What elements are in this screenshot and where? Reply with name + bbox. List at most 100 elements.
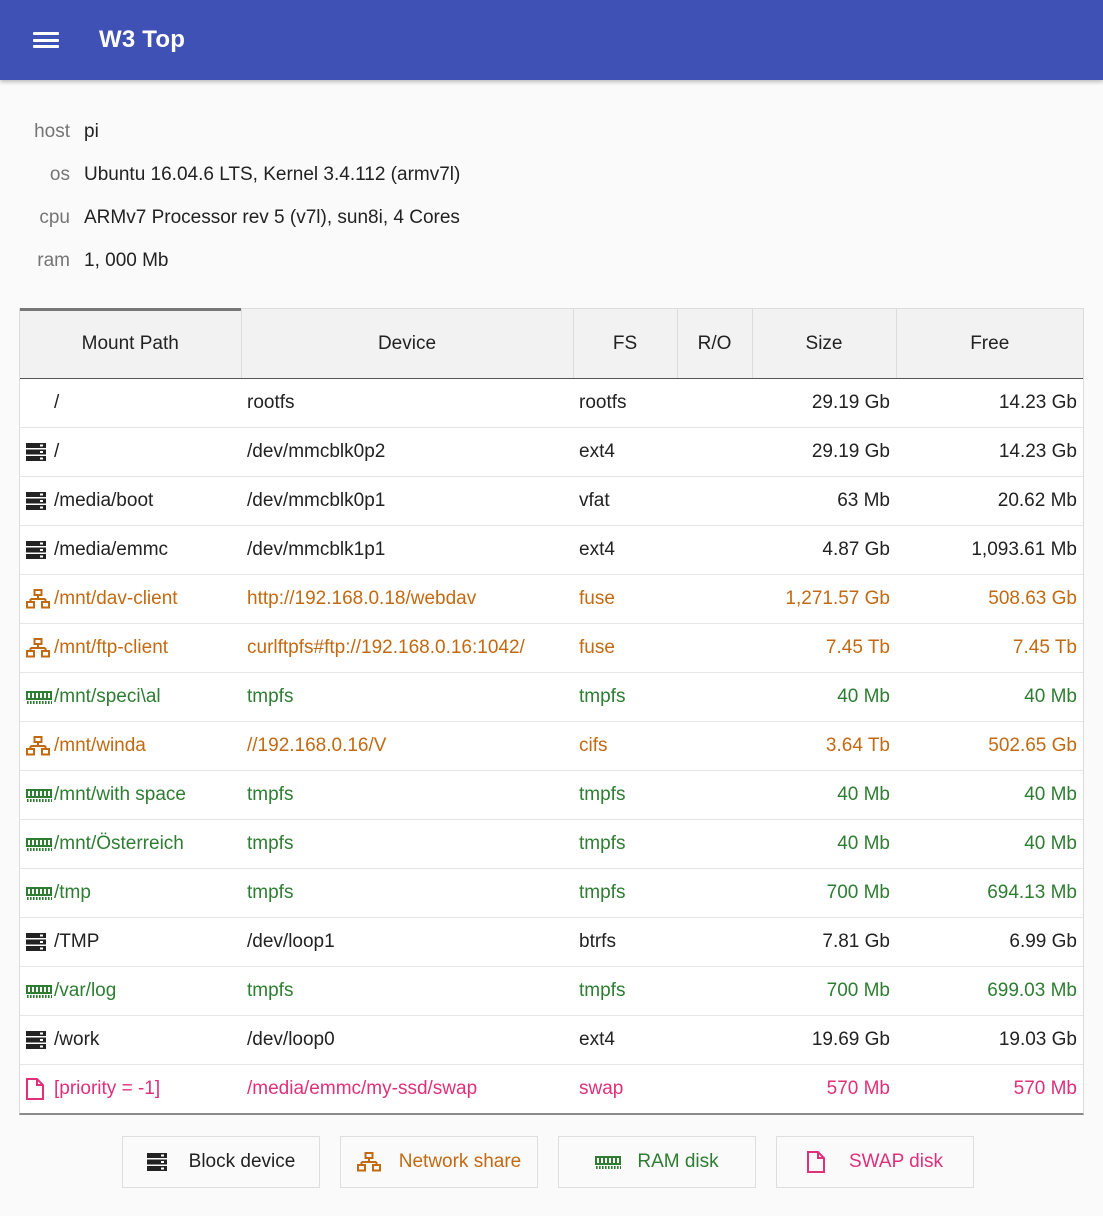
mount-path-text: /mnt/ftp-client [54, 637, 169, 658]
mount-path-cell: /mnt/dav-client [20, 574, 241, 624]
size-cell: 29.19 Gb [752, 427, 896, 477]
mount-path-cell: /mnt/winda [20, 721, 241, 771]
table-row[interactable]: /media/emmc/dev/mmcblk1p1 ext4 4.87 Gb 1,09… [20, 525, 1083, 575]
size-cell: 63 Mb [752, 476, 896, 526]
fs-cell: tmpfs [573, 966, 677, 1016]
fs-cell: tmpfs [573, 672, 677, 722]
ro-cell [677, 525, 752, 575]
column-header-ro[interactable]: R/O [677, 309, 753, 379]
mount-path-cell: /media/emmc [20, 525, 241, 575]
ro-cell [677, 819, 752, 869]
ro-cell [677, 378, 752, 428]
host-row: host pi [20, 110, 1103, 153]
free-cell: 502.65 Gb [896, 721, 1083, 771]
network-share-icon [26, 588, 54, 610]
fs-cell: ext4 [573, 1015, 677, 1065]
app-bar: W3 Top [0, 0, 1103, 80]
ro-cell [677, 427, 752, 477]
mount-path-text: /mnt/dav-client [54, 588, 178, 609]
table-row[interactable]: /var/log tmpfs tmpfs 700 Mb 699.03 Mb [20, 966, 1083, 1016]
system-info: host pi os Ubuntu 16.04.6 LTS, Kernel 3.… [20, 110, 1103, 282]
device-cell: tmpfs [241, 672, 573, 722]
ro-cell [677, 1065, 752, 1114]
table-row[interactable]: /mnt/winda //192.168.0.16/V cifs 3.64 Tb 502… [20, 721, 1083, 771]
fs-cell: tmpfs [573, 868, 677, 918]
device-cell: /dev/mmcblk0p1 [241, 476, 573, 526]
free-cell: 6.99 Gb [896, 917, 1083, 967]
table-row[interactable]: /work/dev/loop0 ext4 19.69 Gb 19.03 Gb [20, 1015, 1083, 1065]
mounts-table: Mount Path Device FS R/O Size Free / root… [19, 308, 1084, 1115]
table-row[interactable]: /mnt/ftp-client curlftpfs#ftp://192.168.0… [20, 623, 1083, 673]
mount-path-text: /mnt/speci\al [54, 686, 161, 707]
ram-value: 1, 000 Mb [84, 249, 169, 271]
column-header-fs[interactable]: FS [573, 309, 678, 379]
menu-icon[interactable] [33, 32, 59, 48]
size-cell: 7.81 Gb [752, 917, 896, 967]
free-cell: 508.63 Gb [896, 574, 1083, 624]
ram-disk-icon [595, 1151, 623, 1173]
mount-path-text: [priority = -1] [54, 1078, 161, 1100]
ro-cell [677, 623, 752, 673]
legend: Block device Network share RAM disk SWAP… [122, 1136, 974, 1188]
fs-cell: fuse [573, 574, 677, 624]
swap-disk-icon [26, 1077, 54, 1100]
block-device-icon [26, 1029, 54, 1051]
fs-cell: tmpfs [573, 770, 677, 820]
network-share-icon [26, 735, 54, 757]
table-row[interactable]: / /dev/mmcblk0p2 ext4 29.19 Gb 14.23 Gb [20, 427, 1083, 477]
table-row[interactable]: /tmp tmpfs tmpfs 700 Mb 694.13 Mb [20, 868, 1083, 918]
legend-block-device-button[interactable]: Block device [122, 1136, 320, 1188]
block-device-icon [26, 490, 54, 512]
legend-swap-disk-button[interactable]: SWAP disk [776, 1136, 974, 1188]
size-cell: 700 Mb [752, 868, 896, 918]
fs-cell: tmpfs [573, 819, 677, 869]
free-cell: 40 Mb [896, 819, 1083, 869]
mount-path-text: /media/boot [54, 490, 154, 511]
size-cell: 7.45 Tb [752, 623, 896, 673]
device-cell: tmpfs [241, 770, 573, 820]
ram-disk-icon [26, 833, 54, 855]
os-label: os [49, 163, 70, 185]
ro-cell [677, 770, 752, 820]
fs-cell: vfat [573, 476, 677, 526]
mount-path-text: / [54, 441, 60, 462]
device-cell: /dev/mmcblk1p1 [241, 525, 573, 575]
ro-cell [677, 476, 752, 526]
mount-path-cell: /mnt/Österreich [20, 819, 241, 869]
swap-disk-icon [807, 1150, 835, 1173]
mount-path-cell: /mnt/speci\al [20, 672, 241, 722]
table-row[interactable]: /mnt/speci\al tmpfs tmpfs 40 Mb 40 Mb [20, 672, 1083, 722]
ram-disk-icon [26, 686, 54, 708]
table-row[interactable]: / rootfs rootfs 29.19 Gb 14.23 Gb [20, 378, 1083, 428]
free-cell: 19.03 Gb [896, 1015, 1083, 1065]
table-row[interactable]: /media/boot/dev/mmcblk0p1 vfat 63 Mb 20.62 … [20, 476, 1083, 526]
ram-disk-icon [26, 882, 54, 904]
column-header-mount-path[interactable]: Mount Path [20, 308, 242, 379]
device-cell: http://192.168.0.18/webdav [241, 574, 573, 624]
mount-path-cell: /mnt/with space [20, 770, 241, 820]
table-row[interactable]: /mnt/Österreich tmpfs tmpfs 40 Mb 40 Mb [20, 819, 1083, 869]
legend-ram-disk-button[interactable]: RAM disk [558, 1136, 756, 1188]
mount-path-cell: /mnt/ftp-client [20, 623, 241, 673]
cpu-row: cpu ARMv7 Processor rev 5 (v7l), sun8i, … [20, 196, 1103, 239]
free-cell: 40 Mb [896, 672, 1083, 722]
device-cell: tmpfs [241, 868, 573, 918]
free-cell: 14.23 Gb [896, 427, 1083, 477]
network-share-icon [26, 637, 54, 659]
network-share-icon [356, 1151, 385, 1173]
fs-cell: ext4 [573, 525, 677, 575]
free-cell: 7.45 Tb [896, 623, 1083, 673]
table-row[interactable]: [priority = -1] /media/emmc/my-ssd/swap sw… [20, 1065, 1083, 1114]
mount-path-text: /mnt/winda [54, 735, 146, 756]
table-row[interactable]: /mnt/with space tmpfs tmpfs 40 Mb 40 Mb [20, 770, 1083, 820]
legend-network-label: Network share [398, 1151, 522, 1172]
table-row[interactable]: /mnt/dav-client http://192.168.0.18/webda… [20, 574, 1083, 624]
legend-network-share-button[interactable]: Network share [340, 1136, 538, 1188]
ro-cell [677, 574, 752, 624]
column-header-size[interactable]: Size [752, 309, 897, 379]
size-cell: 40 Mb [752, 672, 896, 722]
column-header-free[interactable]: Free [896, 309, 1083, 379]
ro-cell [677, 721, 752, 771]
column-header-device[interactable]: Device [241, 309, 574, 379]
table-row[interactable]: /TMP/dev/loop1 btrfs 7.81 Gb 6.99 Gb [20, 917, 1083, 967]
